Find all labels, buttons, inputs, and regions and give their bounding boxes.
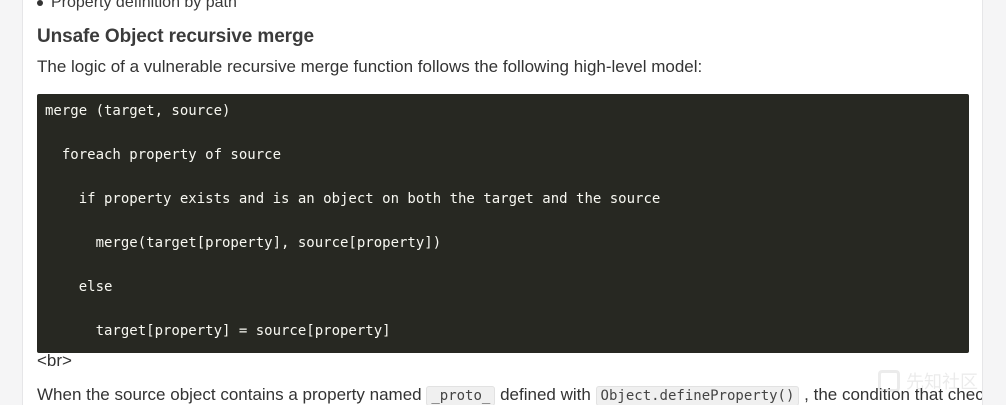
code-block[interactable]: merge (target, source) foreach property … [37,94,969,353]
intro-paragraph: The logic of a vulnerable recursive merg… [37,57,703,76]
watermark-logo-icon [878,370,900,392]
code-line: else [45,279,113,295]
site-watermark: 先知社区 [878,368,978,394]
literal-br-text: <br> [37,351,72,370]
article-page: Property definition by path Unsafe Objec… [22,0,983,405]
inline-code: _proto_ [426,386,496,405]
list-item: Property definition by path [37,0,237,14]
section-heading: Unsafe Object recursive merge [37,26,314,47]
code-line: merge(target[property], source[property]… [45,235,442,251]
list-item-text: Property definition by path [51,0,237,11]
bullet-icon [37,0,43,6]
inline-code: Object.defineProperty() [595,386,800,405]
code-line: merge (target, source) [45,103,231,119]
watermark-text: 先知社区 [906,372,978,392]
paragraph-text: When the source object contains a proper… [37,385,427,404]
paragraph-text: defined with [495,385,596,404]
body-paragraph: When the source object contains a proper… [37,385,982,405]
code-line: target[property] = source[property] [45,323,391,339]
code-line: if property exists and is an object on b… [45,191,661,207]
code-line: foreach property of source [45,147,282,163]
